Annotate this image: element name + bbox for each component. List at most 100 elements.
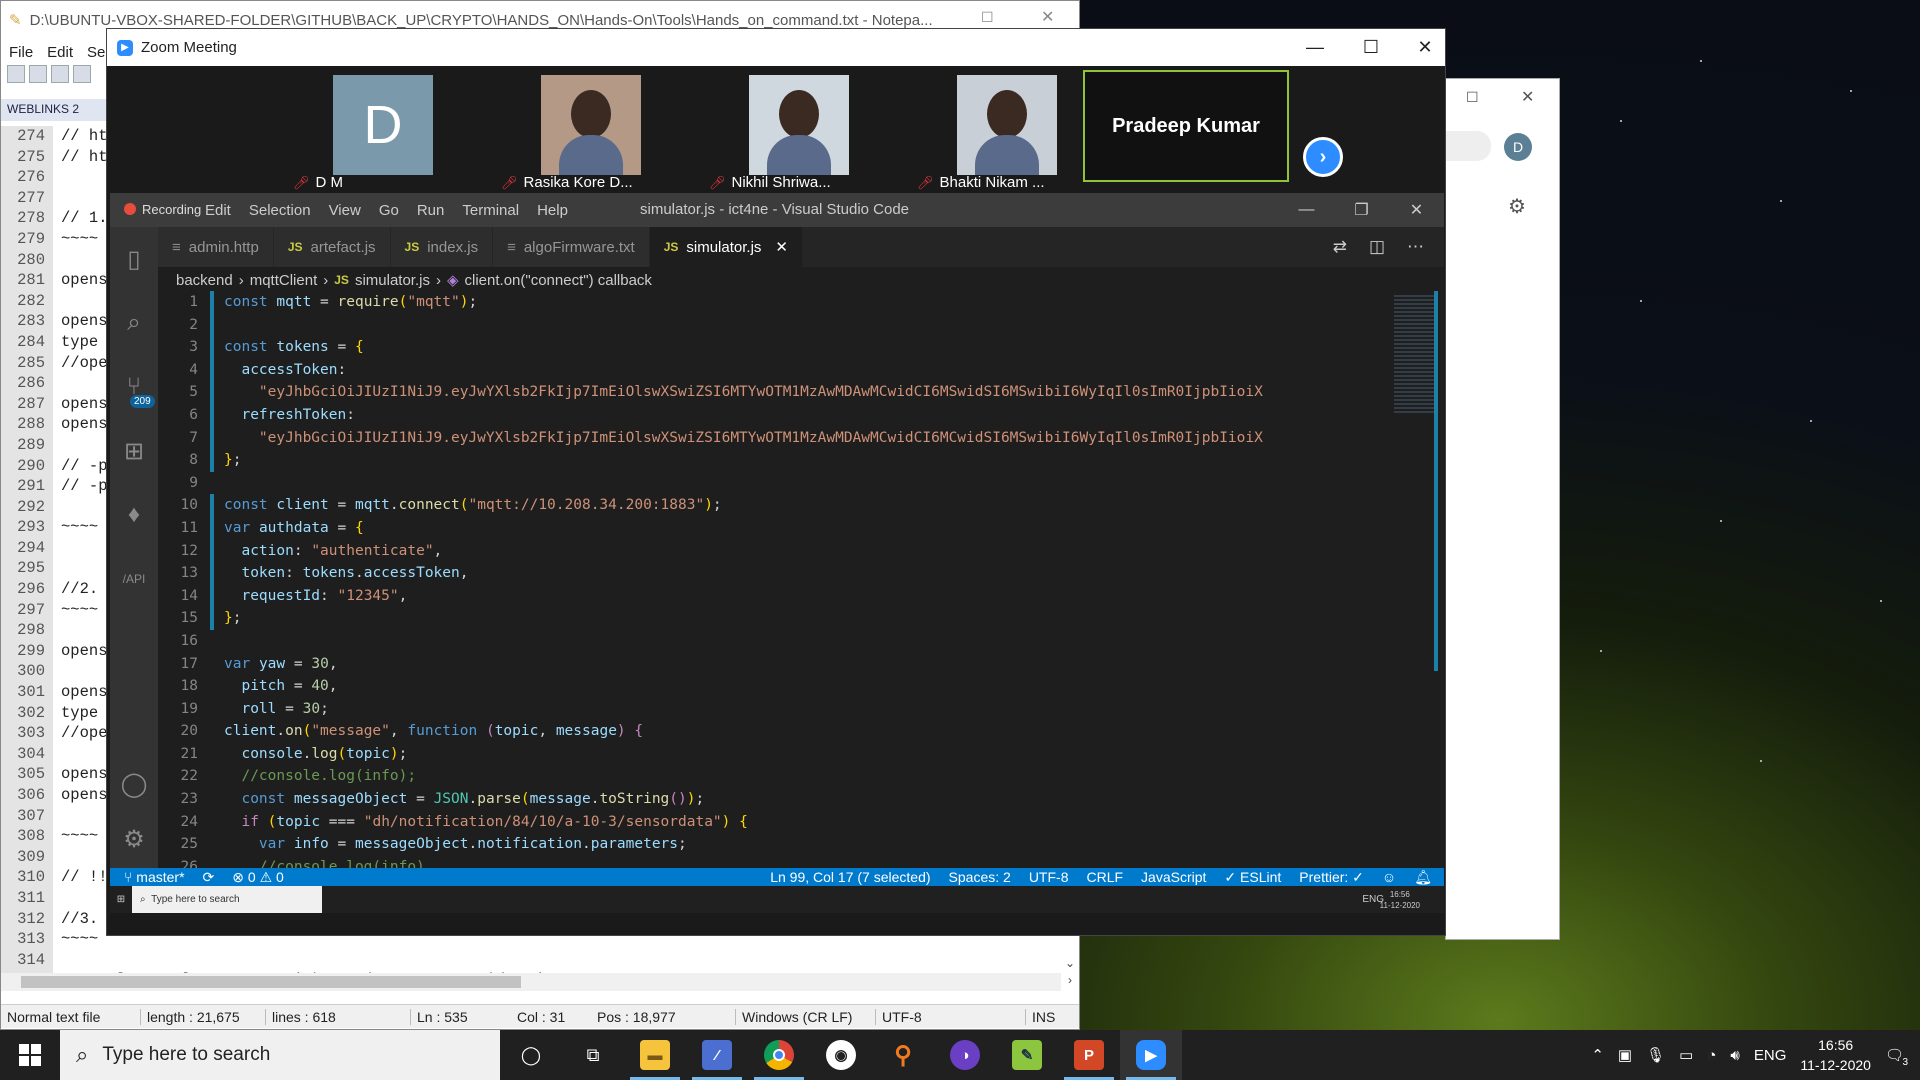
taskbar-clock[interactable]: 16:56 11-12-2020 — [1800, 1035, 1871, 1075]
source-control-icon[interactable]: ⑂ 209 — [110, 355, 158, 419]
minimize-button[interactable]: — — [1279, 193, 1334, 227]
close-button[interactable]: ✕ — [1389, 193, 1444, 227]
minimap[interactable] — [1390, 291, 1440, 869]
compare-icon[interactable]: ⇄ — [1333, 237, 1347, 257]
line-number: 295 — [1, 558, 53, 580]
menu-edit[interactable]: Edit — [205, 202, 231, 219]
language-mode[interactable]: JavaScript — [1141, 869, 1206, 886]
editor-tab[interactable]: ≡ admin.http — [158, 227, 274, 267]
windows-start-button[interactable] — [0, 1030, 60, 1080]
line-number: 289 — [1, 434, 53, 456]
search-app-icon[interactable]: ⚲ — [872, 1030, 934, 1080]
task-view-icon[interactable]: ⧉ — [562, 1030, 624, 1080]
save-icon[interactable] — [51, 65, 69, 83]
line-ending[interactable]: CRLF — [1086, 869, 1123, 886]
notification-center-icon[interactable]: 🗨︎ 3 — [1885, 1046, 1910, 1068]
close-icon[interactable]: ✕ — [1041, 7, 1054, 27]
menu-view[interactable]: View — [329, 202, 361, 219]
cortana-icon[interactable]: ◯ — [500, 1030, 562, 1080]
taskbar-search-box[interactable]: ⌕ Type here to search — [60, 1030, 500, 1080]
explorer-icon[interactable]: ▯ — [110, 227, 158, 291]
maximize-icon[interactable]: ☐ — [1466, 89, 1479, 106]
participant-tile[interactable]: 🎤︎ Bhakti Nikam ... — [907, 73, 1107, 191]
api-icon[interactable]: /API — [110, 547, 158, 611]
volume-icon[interactable]: 🔊︎ — [1730, 1047, 1739, 1064]
sync-icon[interactable]: ⟳ — [203, 869, 215, 886]
code-line-number: 4 — [189, 361, 198, 378]
menu-file[interactable]: File — [9, 44, 33, 61]
wifi-icon[interactable]: ◔ — [1707, 1047, 1716, 1064]
branch-indicator[interactable]: ⑂ master* — [124, 869, 185, 886]
horizontal-scrollbar[interactable] — [1, 973, 1061, 991]
menu-edit[interactable]: Edit — [47, 44, 73, 61]
code-line: 17 var yaw = 30, — [158, 653, 1378, 676]
mongodb-icon[interactable]: ♦ — [110, 483, 158, 547]
participant-tile[interactable]: 🎤︎ Nikhil Shriwa... — [699, 73, 899, 191]
profile-avatar[interactable]: D — [1504, 133, 1532, 161]
editor-tab[interactable]: ≡ algoFirmware.txt — [493, 227, 650, 267]
split-editor-icon[interactable]: ◫ — [1369, 237, 1385, 257]
file-explorer-icon[interactable]: ▬ — [624, 1030, 686, 1080]
battery-icon[interactable]: ▭ — [1679, 1046, 1693, 1064]
crumb-backend[interactable]: backend — [176, 272, 233, 289]
scroll-down-icon[interactable]: ⌄ — [1061, 956, 1079, 974]
editor-tab[interactable]: JS index.js — [390, 227, 494, 267]
maximize-icon[interactable]: ☐ — [981, 9, 994, 26]
zoom-taskbar-icon[interactable]: ▶ — [1120, 1030, 1182, 1080]
maximize-button[interactable]: ☐ — [1343, 29, 1399, 66]
participant-tile[interactable]: D 🎤︎ D M — [283, 73, 483, 191]
device-icon[interactable]: ▣ — [1618, 1046, 1632, 1064]
cursor-position[interactable]: Ln 99, Col 17 (7 selected) — [770, 869, 930, 886]
close-icon[interactable]: ✕ — [1521, 87, 1534, 107]
code-editor[interactable]: 1 const mqtt = require("mqtt"); 2 3 const to… — [158, 291, 1378, 869]
new-file-icon[interactable] — [7, 65, 25, 83]
more-actions-icon[interactable]: ⋯ — [1407, 237, 1424, 257]
active-speaker-tile[interactable]: Pradeep Kumar — [1083, 70, 1289, 182]
eslint-status[interactable]: ✓ ESLint — [1224, 869, 1281, 886]
media-app-icon[interactable]: ◑ — [934, 1030, 996, 1080]
menu-go[interactable]: Go — [379, 202, 399, 219]
feedback-icon[interactable]: ☺ — [1382, 869, 1396, 886]
extensions-icon[interactable]: ⊞ — [110, 419, 158, 483]
notepad-title: D:\UBUNTU-VBOX-SHARED-FOLDER\GITHUB\BACK… — [29, 11, 933, 29]
chrome-icon[interactable] — [748, 1030, 810, 1080]
menu-terminal[interactable]: Terminal — [462, 202, 519, 219]
language-indicator[interactable]: ENG — [1754, 1047, 1787, 1064]
close-button[interactable]: ✕ — [1397, 29, 1453, 66]
gear-icon[interactable]: ⚙ — [1508, 194, 1526, 219]
restore-button[interactable]: ❐ — [1334, 193, 1389, 227]
crumb-symbol[interactable]: client.on("connect") callback — [465, 272, 652, 289]
save-all-icon[interactable] — [73, 65, 91, 83]
editor-tab[interactable]: JS artefact.js — [273, 227, 391, 267]
menu-selection[interactable]: Selection — [249, 202, 311, 219]
next-page-button[interactable]: › — [1303, 137, 1343, 177]
open-file-icon[interactable] — [29, 65, 47, 83]
zoom-title: Zoom Meeting — [141, 39, 237, 56]
editor-tab[interactable]: JS simulator.js ✕ — [649, 227, 803, 267]
notepad-tab[interactable]: WEBLINKS 2 — [1, 99, 111, 121]
crumb-mqttclient[interactable]: mqttClient — [250, 272, 318, 289]
microphone-icon[interactable]: 🎙︎ — [1646, 1046, 1665, 1064]
problems-indicator[interactable]: ⊗ 0 ⚠ 0 — [232, 869, 284, 886]
participant-tile[interactable]: 🎤︎ Rasika Kore D... — [491, 73, 691, 191]
prettier-status[interactable]: Prettier: ✓ — [1299, 869, 1364, 886]
crumb-file[interactable]: simulator.js — [355, 272, 430, 289]
encoding[interactable]: UTF-8 — [1029, 869, 1069, 886]
minimize-button[interactable]: — — [1287, 29, 1343, 66]
chevron-up-icon[interactable]: ⌃ — [1591, 1046, 1604, 1064]
scroll-right-icon[interactable]: › — [1061, 973, 1079, 991]
gear-icon[interactable]: ⚙ — [110, 807, 158, 871]
notifications-icon[interactable]: 🔔︎ — [1414, 869, 1432, 886]
indentation[interactable]: Spaces: 2 — [949, 869, 1011, 886]
code-text: roll = 30; — [241, 700, 329, 717]
menu-help[interactable]: Help — [537, 202, 568, 219]
vscode-taskbar-icon[interactable]: ⁄ — [686, 1030, 748, 1080]
participant-name: Bhakti Nikam ... — [939, 174, 1045, 191]
github-icon[interactable]: ◉ — [810, 1030, 872, 1080]
scrollbar-thumb[interactable] — [21, 976, 521, 988]
search-icon[interactable]: ⌕ — [110, 291, 158, 355]
powerpoint-icon[interactable]: P — [1058, 1030, 1120, 1080]
close-tab-icon[interactable]: ✕ — [775, 238, 788, 256]
menu-run[interactable]: Run — [417, 202, 445, 219]
notepad-plus-icon[interactable]: ✎ — [996, 1030, 1058, 1080]
